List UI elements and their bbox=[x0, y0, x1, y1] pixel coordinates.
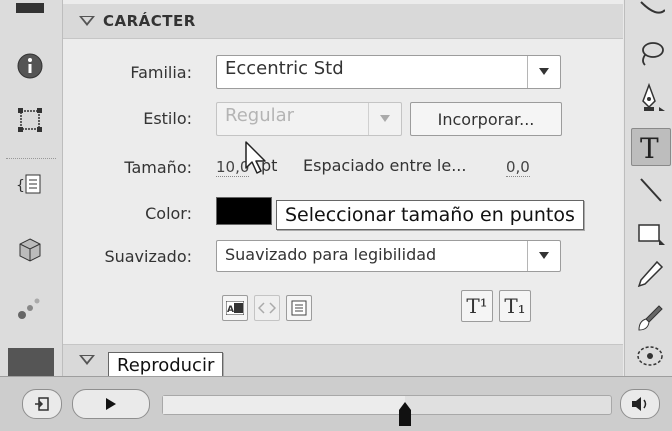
lasso-icon[interactable] bbox=[631, 36, 669, 72]
superscript-button[interactable]: T¹ bbox=[461, 290, 493, 322]
progress-fill bbox=[163, 396, 405, 414]
panel-tab-icon[interactable] bbox=[12, 0, 48, 16]
volume-button[interactable] bbox=[620, 389, 660, 419]
info-icon[interactable] bbox=[12, 48, 48, 84]
subscript-button[interactable]: T₁ bbox=[499, 290, 531, 322]
letter-spacing-value[interactable]: 0,0 bbox=[506, 158, 530, 177]
collapse-triangle-icon[interactable] bbox=[79, 16, 95, 26]
pen-icon[interactable] bbox=[631, 80, 669, 116]
svg-text:T: T bbox=[640, 132, 659, 162]
actions-icon[interactable]: { bbox=[12, 166, 48, 202]
font-style-value: Regular bbox=[225, 105, 295, 126]
font-style-dropdown[interactable]: Regular bbox=[216, 102, 402, 136]
character-section-header[interactable]: CARÁCTER bbox=[63, 4, 623, 39]
svg-text:A: A bbox=[227, 305, 234, 315]
size-tooltip: Seleccionar tamaño en puntos bbox=[276, 200, 584, 230]
embed-button[interactable]: Incorporar... bbox=[410, 102, 562, 136]
play-icon bbox=[106, 398, 116, 410]
font-family-dropdown[interactable]: Eccentric Std bbox=[216, 55, 561, 89]
lasso-partial-icon[interactable] bbox=[631, 0, 669, 20]
collapse-triangle-icon[interactable] bbox=[79, 355, 95, 365]
chevron-down-icon[interactable] bbox=[527, 56, 560, 88]
brush-icon[interactable] bbox=[631, 300, 669, 336]
playback-bar bbox=[0, 376, 672, 431]
tools-panel-strip: T bbox=[624, 0, 672, 376]
selected-panel-tab[interactable] bbox=[8, 348, 54, 376]
chevron-down-icon[interactable] bbox=[527, 241, 560, 271]
text-tool-icon[interactable]: T bbox=[631, 128, 671, 166]
pencil-icon[interactable] bbox=[631, 256, 669, 292]
deco-tool-icon[interactable] bbox=[631, 338, 669, 374]
color-label: Color: bbox=[145, 204, 192, 223]
html-render-button[interactable] bbox=[254, 295, 280, 321]
components-icon[interactable] bbox=[12, 232, 48, 268]
family-label: Familia: bbox=[130, 63, 192, 82]
style-label: Estilo: bbox=[143, 109, 192, 128]
svg-text:{: { bbox=[16, 178, 25, 194]
left-panel-strip: { bbox=[0, 0, 63, 376]
rectangle-tool-icon[interactable] bbox=[631, 214, 669, 250]
play-tooltip: Reproducir bbox=[108, 352, 224, 379]
motion-presets-icon[interactable] bbox=[12, 290, 48, 326]
play-button[interactable] bbox=[72, 389, 150, 419]
chevron-down-icon[interactable] bbox=[368, 103, 401, 135]
selectable-text-button[interactable]: A bbox=[222, 295, 248, 321]
export-button[interactable] bbox=[22, 389, 62, 419]
transform-icon[interactable] bbox=[12, 102, 48, 138]
size-label: Tamaño: bbox=[124, 158, 192, 177]
smoothing-label: Suavizado: bbox=[104, 247, 192, 266]
progress-track[interactable] bbox=[162, 395, 612, 426]
progress-handle[interactable] bbox=[398, 402, 411, 426]
color-swatch[interactable] bbox=[216, 197, 272, 225]
mouse-cursor-icon bbox=[245, 141, 266, 174]
anti-alias-value: Suavizado para legibilidad bbox=[225, 245, 437, 264]
font-family-value: Eccentric Std bbox=[225, 58, 344, 79]
divider bbox=[6, 158, 56, 159]
letter-spacing-label: Espaciado entre le... bbox=[303, 156, 467, 175]
anti-alias-dropdown[interactable]: Suavizado para legibilidad bbox=[216, 240, 561, 272]
section-title: CARÁCTER bbox=[103, 12, 196, 30]
line-tool-icon[interactable] bbox=[631, 172, 669, 208]
show-border-button[interactable] bbox=[286, 295, 312, 321]
speaker-icon bbox=[632, 397, 647, 411]
